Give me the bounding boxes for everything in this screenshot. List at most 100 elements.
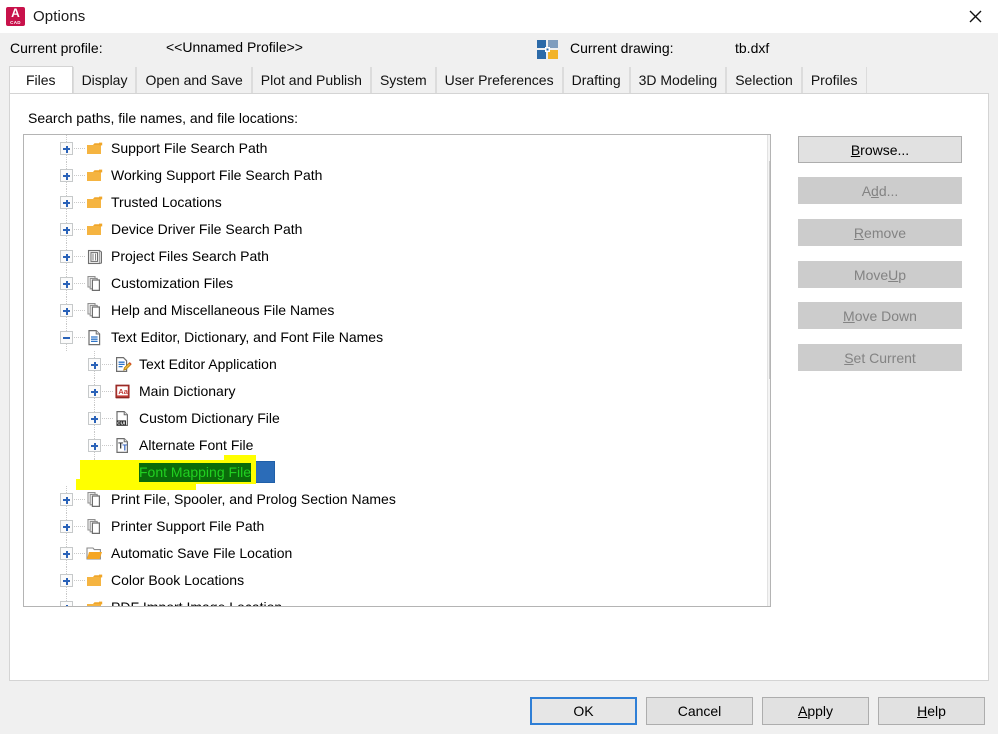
tree-node[interactable]: Trusted Locations [24, 189, 752, 216]
browse-button[interactable]: Browse... [798, 136, 962, 163]
expand-icon[interactable] [60, 574, 73, 587]
expand-icon[interactable] [88, 385, 101, 398]
tab-user-preferences[interactable]: User Preferences [435, 67, 563, 94]
window-title: Options [33, 8, 86, 25]
scroll-down-icon[interactable] [768, 588, 770, 606]
tree-connector-line [74, 175, 85, 176]
tree-node-label: Printer Support File Path [111, 518, 265, 534]
folder-icon [86, 599, 104, 606]
tree-node-label: Text Editor, Dictionary, and Font File N… [111, 329, 384, 345]
tree-node[interactable]: Working Support File Search Path [24, 162, 752, 189]
tree-node[interactable]: Aa Main Dictionary [24, 378, 752, 405]
folder-icon [86, 221, 104, 239]
tree-node-list: Support File Search Path Working Support … [24, 135, 752, 607]
close-icon[interactable] [953, 0, 998, 33]
folder-icon [86, 140, 104, 158]
tree-node-label: Project Files Search Path [111, 248, 269, 264]
svg-text:Aa: Aa [118, 387, 128, 396]
file-paths-tree[interactable]: Support File Search Path Working Support … [23, 134, 771, 607]
tree-node[interactable]: T T Alternate Font File [24, 432, 752, 459]
current-drawing-value: tb.dxf [735, 40, 770, 56]
svg-text:T: T [122, 443, 127, 452]
tree-node[interactable]: Project Files Search Path [24, 243, 752, 270]
tab-profiles[interactable]: Profiles [801, 67, 867, 94]
tab-selection[interactable]: Selection [726, 67, 802, 94]
expand-icon[interactable] [60, 277, 73, 290]
stacked-pages-icon [86, 491, 104, 509]
current-profile-label: Current profile: [10, 40, 103, 56]
scroll-up-icon[interactable] [768, 135, 770, 153]
ok-button[interactable]: OK [530, 697, 637, 725]
tab-drafting[interactable]: Drafting [562, 67, 630, 94]
tree-connector-line [74, 553, 85, 554]
tree-node[interactable]: Printer Support File Path [24, 513, 752, 540]
autocad-icon: A CAD [6, 6, 25, 26]
tree-connector-line [102, 364, 113, 365]
folder-icon [86, 572, 104, 590]
tree-node[interactable]: Automatic Save File Location [24, 540, 752, 567]
expand-icon[interactable] [60, 250, 73, 263]
expand-icon[interactable] [88, 412, 101, 425]
tree-node-label: Trusted Locations [111, 194, 222, 210]
tree-node[interactable]: Customization Files [24, 270, 752, 297]
autocad-icon-letter: A [11, 6, 20, 20]
tree-node[interactable]: PDF Import Image Location [24, 594, 752, 607]
tree-connector-line [74, 256, 85, 257]
tab-system[interactable]: System [370, 67, 436, 94]
tree-node-label: Support File Search Path [111, 140, 268, 156]
tree-node[interactable]: Help and Miscellaneous File Names [24, 297, 752, 324]
tab-open-and-save[interactable]: Open and Save [136, 67, 252, 94]
mnemonic-underline: R [853, 224, 865, 241]
tab-list: Files Display Open and Save Plot and Publis… [9, 66, 867, 94]
tree-node-label: Help and Miscellaneous File Names [111, 302, 335, 318]
current-profile-value: <<Unnamed Profile>> [166, 39, 303, 55]
expand-icon[interactable] [60, 304, 73, 317]
mnemonic-underline: M [843, 307, 855, 324]
files-tab-panel: Search paths, file names, and file locat… [9, 93, 989, 681]
move-up-button: Move Up [798, 261, 962, 288]
tree-node-label: Text Editor Application [139, 356, 277, 372]
tree-node[interactable]: Device Driver File Search Path [24, 216, 752, 243]
expand-icon[interactable] [60, 493, 73, 506]
tree-node-label: Print File, Spooler, and Prolog Section … [111, 491, 396, 507]
tree-node-label: Custom Dictionary File [139, 410, 280, 426]
tree-node-label: Customization Files [111, 275, 234, 291]
tab-strip: Files Display Open and Save Plot and Publis… [0, 66, 998, 94]
expand-icon[interactable] [60, 547, 73, 560]
scrollbar-thumb[interactable] [769, 161, 770, 379]
expand-icon[interactable] [88, 439, 101, 452]
tree-node[interactable]: Support File Search Path [24, 135, 752, 162]
tree-node-label: PDF Import Image Location [111, 599, 283, 607]
tree-node-label: Working Support File Search Path [111, 167, 323, 183]
tree-vertical-scrollbar[interactable] [767, 135, 770, 606]
tree-node[interactable]: Print File, Spooler, and Prolog Section … [24, 486, 752, 513]
mnemonic-underline: U [888, 266, 899, 283]
expand-icon[interactable] [60, 196, 73, 209]
cancel-button[interactable]: Cancel [646, 697, 753, 725]
mnemonic-underline: A [797, 703, 808, 719]
remove-button: Remove [798, 219, 962, 246]
collapse-icon[interactable] [60, 331, 73, 344]
tree-node-selected[interactable]: PSFFont Mapping File [24, 455, 752, 490]
move-down-button: Move Down [798, 302, 962, 329]
tree-node[interactable]: CUI Custom Dictionary File [24, 405, 752, 432]
tab-display[interactable]: Display [72, 67, 137, 94]
tree-node[interactable]: Text Editor Application [24, 351, 752, 378]
expand-icon[interactable] [88, 358, 101, 371]
tree-node[interactable]: Color Book Locations [24, 567, 752, 594]
apply-button[interactable]: Apply [762, 697, 869, 725]
tree-connector-line [74, 310, 85, 311]
expand-icon[interactable] [60, 142, 73, 155]
expand-icon[interactable] [60, 223, 73, 236]
tab-files[interactable]: Files [9, 66, 73, 94]
expand-icon[interactable] [60, 169, 73, 182]
tree-node-label: Color Book Locations [111, 572, 245, 588]
expand-icon[interactable] [60, 520, 73, 533]
expand-icon[interactable] [60, 601, 73, 606]
help-button[interactable]: Help [878, 697, 985, 725]
tab-3d-modeling[interactable]: 3D Modeling [629, 67, 727, 94]
tree-node-label: Alternate Font File [139, 437, 254, 453]
tab-plot-and-publish[interactable]: Plot and Publish [251, 67, 371, 94]
tree-node[interactable]: Text Editor, Dictionary, and Font File N… [24, 324, 752, 351]
set-current-button: Set Current [798, 344, 962, 371]
